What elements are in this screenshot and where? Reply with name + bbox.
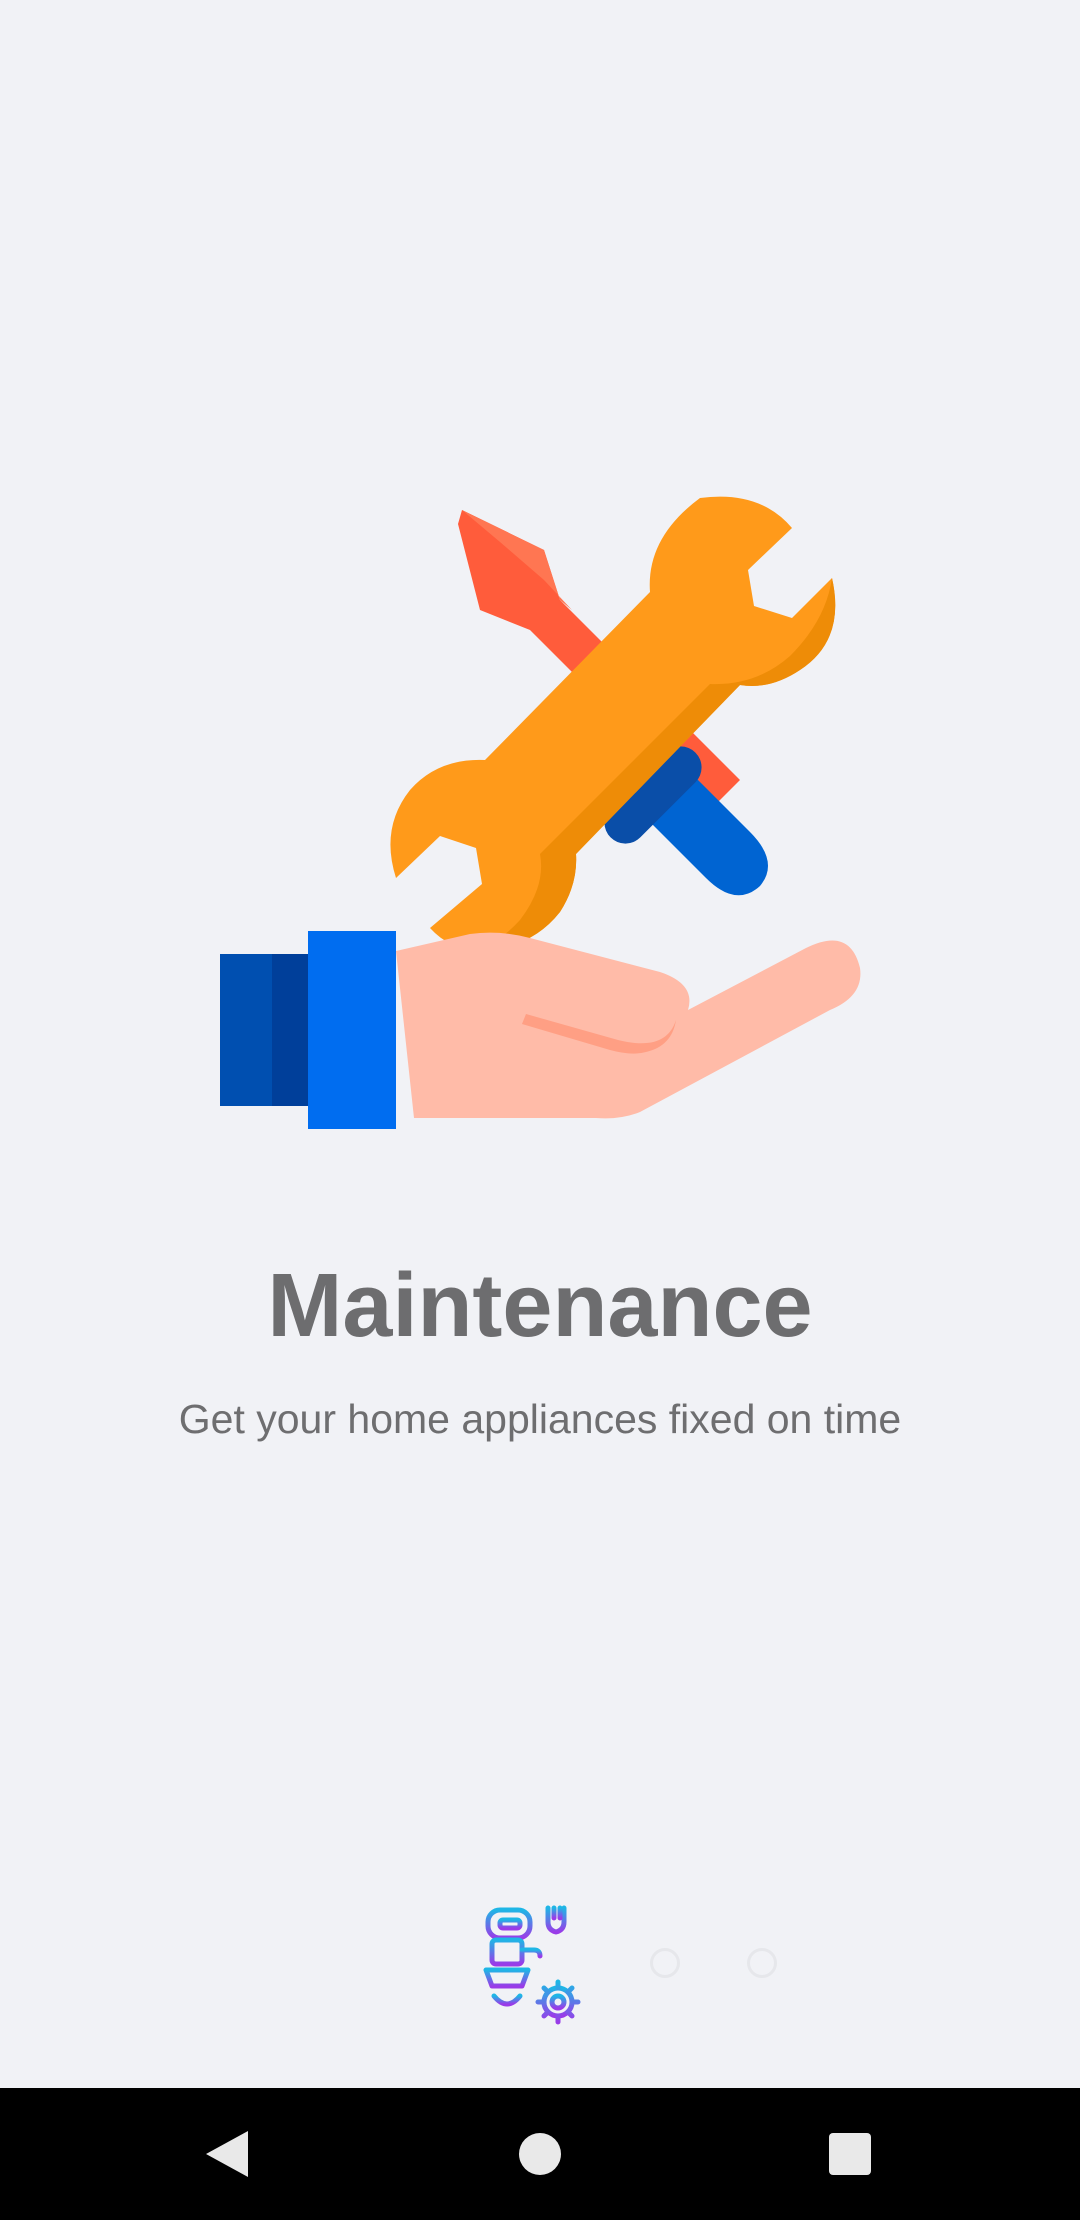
page-dot-2[interactable] — [650, 1948, 680, 1978]
sleeve-icon — [220, 931, 396, 1129]
page-dot-3[interactable] — [747, 1948, 777, 1978]
hand-icon — [396, 932, 861, 1119]
system-navigation-bar — [0, 2088, 1080, 2220]
onboarding-subtitle: Get your home appliances fixed on time — [178, 1396, 902, 1442]
onboarding-screen: Maintenance Get your home appliances fix… — [0, 0, 1080, 2088]
hand-holding-tools-icon — [220, 496, 861, 1129]
back-triangle-icon — [206, 2131, 248, 2177]
home-circle-icon — [519, 2133, 561, 2175]
home-button[interactable] — [495, 2118, 585, 2190]
page-indicator — [470, 1900, 800, 2030]
onboarding-title: Maintenance — [267, 1256, 813, 1356]
back-button[interactable] — [182, 2118, 272, 2190]
wrench-icon — [390, 496, 836, 950]
robot-wrench-gear-icon[interactable] — [470, 1900, 600, 2030]
recents-square-icon — [829, 2133, 871, 2175]
recents-button[interactable] — [805, 2118, 895, 2190]
